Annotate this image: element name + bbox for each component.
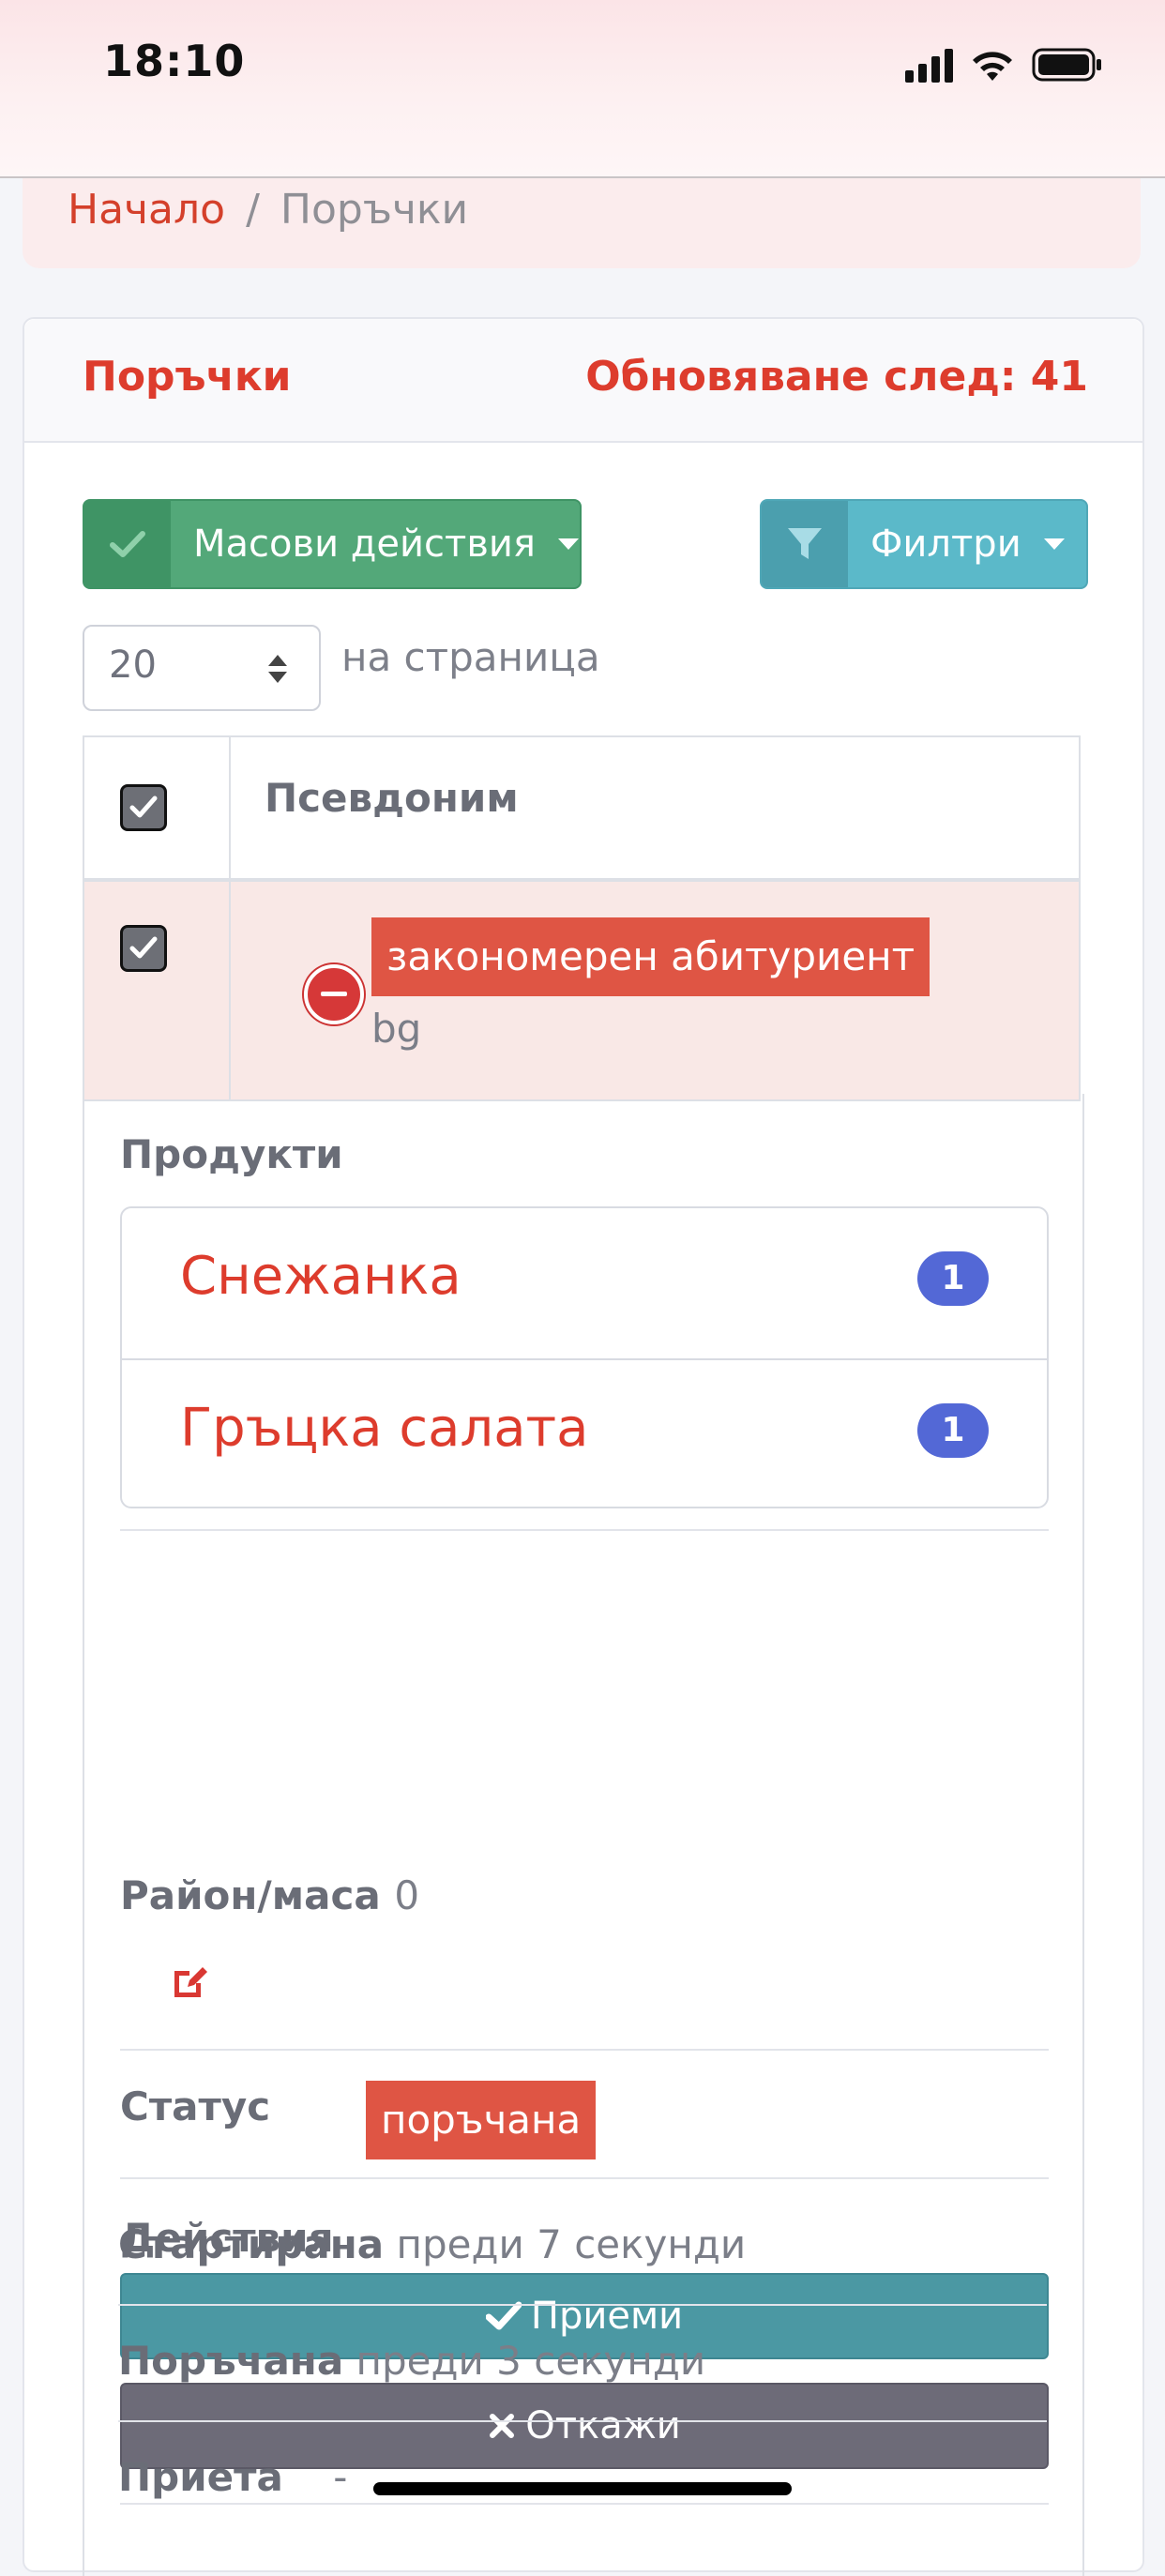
- close-icon: [490, 2414, 515, 2438]
- status-time: 18:10: [103, 36, 246, 86]
- started-label: Стартирана: [118, 2221, 385, 2267]
- cellular-signal-icon: [905, 49, 953, 83]
- list-item[interactable]: Снежанка 1: [122, 1208, 1047, 1356]
- product-name: Гръцка салата: [180, 1398, 589, 1459]
- collapse-row-icon[interactable]: [304, 964, 364, 1024]
- breadcrumb: Начало / Поръчки: [68, 182, 468, 238]
- nickname-subtitle: bg: [371, 1006, 422, 1052]
- divider: [120, 2177, 1049, 2179]
- checkmark-icon: [129, 936, 158, 959]
- table-header: Псевдоним: [83, 735, 1081, 882]
- divider: [118, 2304, 1047, 2306]
- breadcrumb-separator: /: [246, 186, 260, 234]
- accept-label: Приеми: [530, 2295, 684, 2338]
- status-badge: поръчана: [366, 2081, 597, 2159]
- ordered-value: преди 3 секунди: [356, 2338, 706, 2384]
- breadcrumb-home-link[interactable]: Начало: [68, 186, 225, 234]
- home-indicator[interactable]: [373, 2482, 792, 2495]
- ordered-label: Поръчана: [118, 2338, 344, 2384]
- filters-button[interactable]: Филтри: [760, 499, 1088, 589]
- accepted-label: Приета: [118, 2454, 283, 2500]
- divider: [118, 2420, 1047, 2422]
- product-name: Снежанка: [180, 1246, 461, 1307]
- products-label: Продукти: [120, 1131, 343, 1177]
- area-field: Район/маса 0: [120, 1872, 419, 1918]
- list-item[interactable]: Гръцка салата 1: [122, 1358, 1047, 1508]
- started-time: Стартирана преди 7 секунди: [118, 2221, 746, 2267]
- select-all-checkbox[interactable]: [120, 784, 167, 831]
- chevron-down-icon: [557, 538, 579, 550]
- battery-icon: [1032, 48, 1101, 82]
- nickname-badge: закономерен абитуриент: [371, 917, 930, 996]
- edit-icon[interactable]: [171, 1962, 212, 2000]
- orders-card: Поръчки Обновяване след: 41 Масови дейст…: [23, 317, 1144, 2576]
- refresh-countdown: Обновяване след: 41: [585, 353, 1088, 401]
- ordered-time: Поръчана преди 3 секунди: [118, 2338, 705, 2384]
- product-count-badge: 1: [917, 1403, 989, 1458]
- status-bar: 18:10: [0, 0, 1165, 178]
- divider: [120, 2503, 1049, 2505]
- started-value: преди 7 секунди: [396, 2221, 747, 2267]
- area-label: Район/маса: [120, 1872, 381, 1918]
- breadcrumb-bar: Начало / Поръчки: [23, 178, 1141, 268]
- cancel-label: Откажи: [525, 2404, 681, 2447]
- sort-arrows-icon: [268, 655, 287, 683]
- per-page-select[interactable]: 20: [83, 625, 321, 711]
- check-icon: [84, 501, 171, 587]
- row-select-cell: [84, 882, 231, 1099]
- wifi-icon: [973, 52, 1012, 81]
- page-title: Поръчки: [83, 353, 292, 401]
- card-header: Поръчки Обновяване след: 41: [24, 319, 1142, 443]
- per-page-value: 20: [109, 644, 157, 687]
- divider: [120, 1529, 1049, 1531]
- mass-actions-button[interactable]: Масови действия: [83, 499, 582, 589]
- per-page-label: на страница: [341, 634, 600, 680]
- accepted-time: Приета -: [118, 2454, 347, 2500]
- column-header-nickname[interactable]: Псевдоним: [265, 775, 519, 821]
- area-value: 0: [394, 1872, 420, 1918]
- chevron-down-icon: [1043, 538, 1065, 550]
- status-icons: [905, 41, 1103, 83]
- mass-actions-label: Масови действия: [193, 523, 536, 566]
- table-row[interactable]: закономерен абитуриент bg: [83, 882, 1081, 1101]
- status-label: Статус: [120, 2084, 271, 2129]
- row-checkbox[interactable]: [120, 925, 167, 972]
- filter-icon: [762, 501, 848, 587]
- products-list: Снежанка 1 Гръцка салата 1: [120, 1206, 1049, 1508]
- breadcrumb-current: Поръчки: [280, 186, 469, 234]
- accepted-value: -: [333, 2454, 348, 2500]
- checkmark-icon: [129, 796, 158, 818]
- orders-table: Псевдоним закономерен абитуриент bg: [83, 735, 1081, 1101]
- divider: [120, 2049, 1049, 2051]
- product-count-badge: 1: [917, 1251, 989, 1306]
- filters-label: Филтри: [870, 523, 1021, 566]
- header-select-cell: [84, 737, 231, 878]
